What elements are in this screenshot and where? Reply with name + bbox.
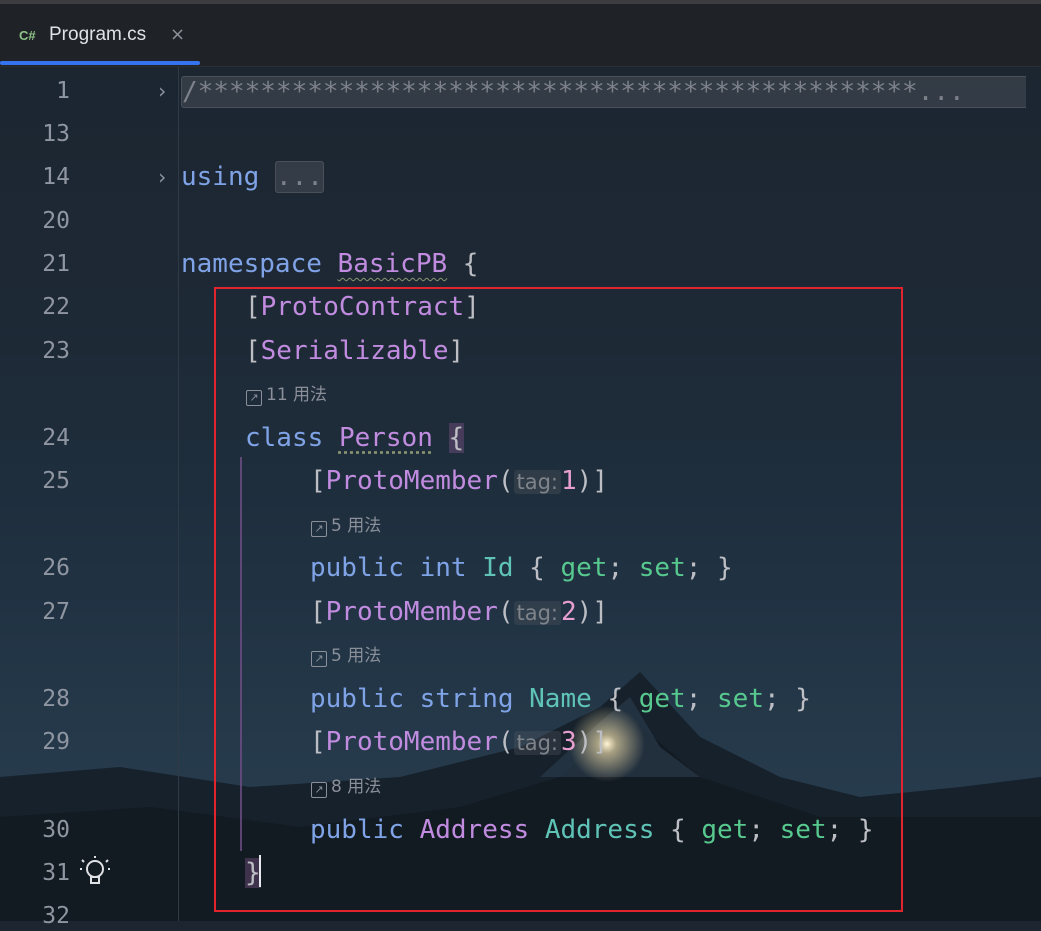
gutter-separator (178, 67, 179, 921)
line-number: 21 (42, 251, 70, 277)
fold-expand-icon[interactable]: › (156, 162, 168, 192)
code-editor[interactable]: 1 › /***********************************… (0, 67, 1041, 929)
line-number: 14 (42, 164, 70, 190)
csharp-file-icon: C# (19, 28, 36, 43)
line-number: 23 (42, 338, 70, 364)
namespace-declaration: namespace BasicPB { (181, 249, 479, 279)
lightbulb-icon[interactable] (80, 856, 110, 888)
line-number: 28 (42, 686, 70, 712)
editor-tab-bar: C# Program.cs × (0, 4, 1041, 67)
comment-text: /***************************************… (182, 77, 918, 107)
using-directive: using ... (181, 161, 324, 193)
line-number: 25 (42, 468, 70, 494)
line-number: 13 (42, 121, 70, 147)
line-number: 1 (56, 78, 70, 104)
close-icon[interactable]: × (170, 24, 185, 45)
line-number: 32 (42, 903, 70, 929)
keyword-using: using (181, 162, 260, 192)
folded-usings[interactable]: ... (274, 161, 324, 193)
folded-header-comment[interactable]: /***************************************… (181, 76, 1026, 115)
line-number: 22 (42, 294, 70, 320)
tab-label: Program.cs (49, 24, 147, 45)
line-number: 24 (42, 425, 70, 451)
namespace-name[interactable]: BasicPB (338, 249, 448, 279)
line-number: 26 (42, 555, 70, 581)
highlight-annotation-box (214, 287, 903, 912)
keyword-namespace: namespace (181, 249, 322, 279)
line-number: 30 (42, 817, 70, 843)
line-number: 27 (42, 599, 70, 625)
line-number: 31 (42, 860, 70, 886)
tab-program-cs[interactable]: C# Program.cs × (0, 4, 200, 66)
line-number: 29 (42, 729, 70, 755)
active-tab-indicator (0, 61, 200, 65)
comment-ellipsis: ... (917, 77, 965, 107)
line-number: 20 (42, 208, 70, 234)
fold-expand-icon[interactable]: › (156, 76, 168, 106)
